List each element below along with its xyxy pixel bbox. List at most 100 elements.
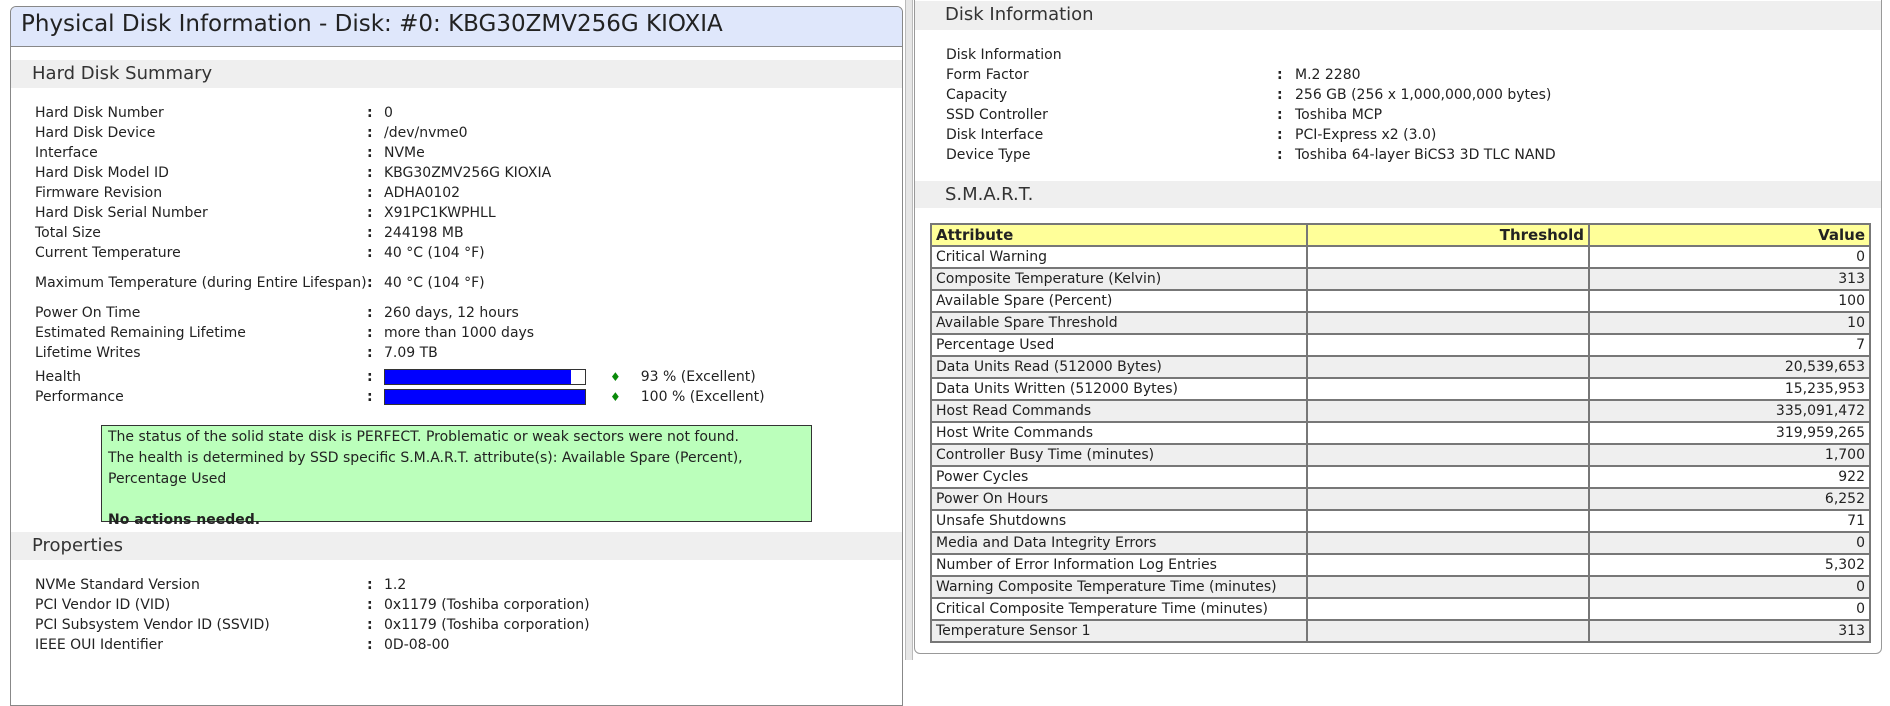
- attribute-cell: Data Units Read (512000 Bytes): [930, 355, 1308, 379]
- threshold-cell: [1306, 311, 1590, 335]
- colon: :: [1277, 67, 1283, 83]
- info-label: Hard Disk Serial Number: [35, 205, 208, 221]
- colon: :: [367, 205, 373, 221]
- health-row: Health : ♦ 93 % (Excellent): [11, 367, 902, 387]
- threshold-cell: [1306, 509, 1590, 533]
- health-label: Health: [35, 369, 81, 385]
- info-row: Power On Time:260 days, 12 hours: [11, 303, 902, 323]
- attribute-cell: Percentage Used: [930, 333, 1308, 357]
- table-row[interactable]: Media and Data Integrity Errors 0: [930, 531, 1871, 555]
- info-label: SSD Controller: [946, 107, 1048, 123]
- info-row: Firmware Revision: ADHA0102: [11, 183, 902, 203]
- table-row[interactable]: Available Spare Threshold 10: [930, 311, 1871, 335]
- disk-info-panel: Disk Information Disk Information Form F…: [914, 0, 1882, 654]
- threshold-cell: [1306, 289, 1590, 313]
- value-cell: 922: [1588, 465, 1871, 489]
- column-header-value[interactable]: Value: [1588, 223, 1871, 247]
- table-row[interactable]: Controller Busy Time (minutes) 1,700: [930, 443, 1871, 467]
- table-row[interactable]: Critical Composite Temperature Time (min…: [930, 597, 1871, 621]
- table-row[interactable]: Warning Composite Temperature Time (minu…: [930, 575, 1871, 599]
- attribute-cell: Number of Error Information Log Entries: [930, 553, 1308, 577]
- info-value: /dev/nvme0: [384, 125, 468, 141]
- info-value: 40 °C (104 °F): [384, 275, 485, 291]
- attribute-cell: Media and Data Integrity Errors: [930, 531, 1308, 555]
- info-label: Hard Disk Device: [35, 125, 156, 141]
- attribute-cell: Critical Warning: [930, 245, 1308, 269]
- threshold-cell: [1306, 443, 1590, 467]
- info-label: Firmware Revision: [35, 185, 163, 201]
- info-label: PCI Vendor ID (VID): [35, 597, 171, 613]
- value-cell: 0: [1588, 531, 1871, 555]
- section-header-properties: Properties: [11, 532, 902, 560]
- table-row[interactable]: Power On Hours 6,252: [930, 487, 1871, 511]
- health-bar: [384, 369, 586, 385]
- info-row: Capacity:256 GB (256 x 1,000,000,000 byt…: [915, 85, 1881, 105]
- info-label: PCI Subsystem Vendor ID (SSVID): [35, 617, 270, 633]
- info-row: Estimated Remaining Lifetime: more than 1…: [11, 323, 902, 343]
- info-value: 0x1179 (Toshiba corporation): [384, 597, 590, 613]
- table-header-row: Attribute Threshold Value: [930, 223, 1871, 247]
- health-value: 93 % (Excellent): [640, 369, 756, 385]
- table-row[interactable]: Available Spare (Percent) 100: [930, 289, 1871, 313]
- subheading-text: Disk Information: [946, 47, 1062, 63]
- table-row[interactable]: Power Cycles 922: [930, 465, 1871, 489]
- info-value: 0x1179 (Toshiba corporation): [384, 617, 590, 633]
- info-label: Power On Time: [35, 305, 141, 321]
- colon: :: [367, 597, 373, 613]
- colon: :: [367, 637, 373, 653]
- info-value: PCI-Express x2 (3.0): [1295, 127, 1437, 143]
- value-cell: 71: [1588, 509, 1871, 533]
- section-header-smart: S.M.A.R.T.: [915, 181, 1881, 208]
- info-row: Maximum Temperature (during Entire Lifes…: [11, 263, 902, 303]
- info-row: Hard Disk Model ID: KBG30ZMV256G KIOXIA: [11, 163, 902, 183]
- table-row[interactable]: Number of Error Information Log Entries 5…: [930, 553, 1871, 577]
- info-label: IEEE OUI Identifier: [35, 637, 164, 653]
- colon: :: [367, 225, 373, 241]
- info-value: M.2 2280: [1295, 67, 1361, 83]
- info-value: 260 days, 12 hours: [384, 305, 519, 321]
- info-row: Form Factor: M.2 2280: [915, 65, 1881, 85]
- info-row: IEEE OUI Identifier:0D-08-00: [11, 635, 902, 655]
- table-row[interactable]: Composite Temperature (Kelvin) 313: [930, 267, 1871, 291]
- threshold-cell: [1306, 267, 1590, 291]
- table-row[interactable]: Unsafe Shutdowns 71: [930, 509, 1871, 533]
- diamond-icon: ♦: [610, 370, 621, 384]
- physical-disk-panel: Physical Disk Information - Disk: #0: KB…: [10, 6, 903, 706]
- colon: :: [367, 125, 373, 141]
- splitter[interactable]: [905, 0, 913, 660]
- info-value: X91PC1KWPHLL: [384, 205, 496, 221]
- info-value: 7.09 TB: [384, 345, 438, 361]
- colon: :: [367, 369, 373, 385]
- info-label: Current Temperature: [35, 245, 181, 261]
- info-value: 1.2: [384, 577, 407, 593]
- threshold-cell: [1306, 377, 1590, 401]
- status-line: The status of the solid state disk is PE…: [108, 429, 739, 445]
- performance-value: 100 % (Excellent): [640, 389, 765, 405]
- section-header-disk-info: Disk Information: [915, 1, 1881, 30]
- info-label: Interface: [35, 145, 98, 161]
- panel-title: Physical Disk Information - Disk: #0: KB…: [11, 7, 902, 47]
- info-row: Current Temperature:40 °C (104 °F): [11, 243, 902, 263]
- colon: :: [367, 185, 373, 201]
- performance-row: Performance : ♦ 100 % (Excellent): [11, 387, 902, 407]
- table-row[interactable]: Data Units Read (512000 Bytes) 20,539,653: [930, 355, 1871, 379]
- status-box: The status of the solid state disk is PE…: [101, 425, 812, 528]
- table-row[interactable]: Host Read Commands 335,091,472: [930, 399, 1871, 423]
- colon: :: [367, 245, 373, 261]
- table-row[interactable]: Percentage Used 7: [930, 333, 1871, 357]
- info-row: Disk Interface: PCI-Express x2 (3.0): [915, 125, 1881, 145]
- table-row[interactable]: Data Units Written (512000 Bytes) 15,235,…: [930, 377, 1871, 401]
- value-cell: 0: [1588, 575, 1871, 599]
- column-header-attribute[interactable]: Attribute: [930, 223, 1308, 247]
- info-value: NVMe: [384, 145, 425, 161]
- info-value: more than 1000 days: [384, 325, 535, 341]
- table-row[interactable]: Temperature Sensor 1 313: [930, 619, 1871, 643]
- colon: :: [1277, 127, 1283, 143]
- table-row[interactable]: Host Write Commands 319,959,265: [930, 421, 1871, 445]
- column-header-threshold[interactable]: Threshold: [1306, 223, 1590, 247]
- value-cell: 20,539,653: [1588, 355, 1871, 379]
- value-cell: 100: [1588, 289, 1871, 313]
- info-label: Form Factor: [946, 67, 1029, 83]
- info-row: NVMe Standard Version:1.2: [11, 575, 902, 595]
- table-row[interactable]: Critical Warning 0: [930, 245, 1871, 269]
